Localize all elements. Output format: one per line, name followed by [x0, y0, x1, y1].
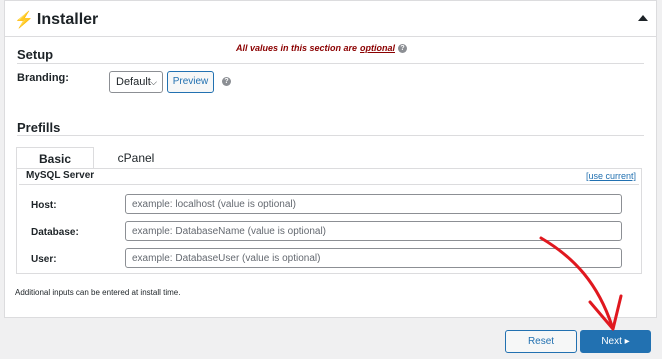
- mysql-server-fieldset: MySQL Server [use current] Host: Databas…: [16, 168, 642, 274]
- panel-title: ⚡ Installer: [14, 10, 98, 30]
- tab-cpanel[interactable]: cPanel: [97, 147, 175, 169]
- branding-help-icon[interactable]: ?: [222, 77, 231, 86]
- chevron-down-icon: ⌵: [150, 77, 157, 87]
- lightning-bolt-icon: ⚡: [14, 12, 34, 29]
- database-label: Database:: [31, 227, 79, 238]
- prefills-section-title: Prefills: [17, 120, 61, 135]
- user-label: User:: [31, 254, 57, 265]
- setup-section-title: Setup: [17, 47, 54, 62]
- next-button[interactable]: Next ▸: [580, 330, 651, 353]
- panel-title-text: Installer: [36, 11, 99, 28]
- install-time-note: Additional inputs can be entered at inst…: [15, 288, 181, 297]
- tab-basic[interactable]: Basic: [16, 147, 94, 169]
- use-current-link[interactable]: [use current]: [586, 171, 636, 181]
- optional-link[interactable]: optional: [360, 43, 395, 53]
- mysql-server-title: MySQL Server: [26, 170, 95, 181]
- setup-divider: [17, 63, 644, 64]
- mysql-divider: [19, 184, 639, 185]
- prefills-divider: [17, 135, 644, 136]
- help-icon[interactable]: ?: [398, 43, 407, 53]
- host-input[interactable]: [125, 194, 622, 214]
- installer-panel: ⚡ Installer Setup All values in this sec…: [4, 0, 657, 318]
- database-input[interactable]: [125, 221, 622, 241]
- host-label: Host:: [31, 200, 57, 211]
- collapse-triangle-icon[interactable]: [638, 15, 648, 21]
- branding-select[interactable]: Default ⌵: [109, 71, 163, 93]
- panel-header[interactable]: ⚡ Installer: [5, 1, 656, 37]
- optional-note-text: All values in this section are: [235, 43, 357, 53]
- user-input[interactable]: [125, 248, 622, 268]
- preview-button[interactable]: Preview: [167, 71, 214, 93]
- branding-label: Branding:: [17, 72, 69, 84]
- optional-note: All values in this section are optional …: [236, 43, 407, 53]
- reset-button[interactable]: Reset: [505, 330, 577, 353]
- branding-select-value: Default: [116, 76, 151, 88]
